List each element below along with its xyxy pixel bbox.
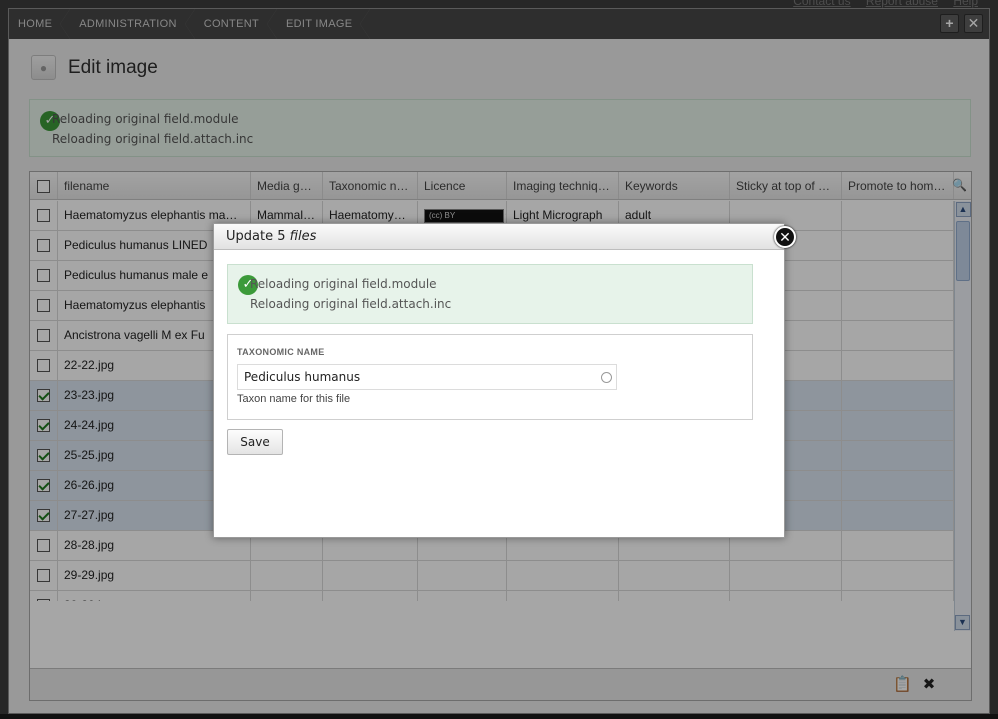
dialog-title-suffix: files: [289, 229, 317, 244]
dialog-title: Update 5 files: [226, 229, 316, 244]
save-button[interactable]: Save: [227, 429, 283, 455]
autocomplete-throbber-icon: [601, 372, 612, 383]
taxonomic-name-description: Taxon name for this file: [237, 393, 351, 405]
close-icon[interactable]: ✕: [774, 226, 796, 248]
dialog-status-message: ✓ Reloading original field.module Reload…: [227, 264, 753, 324]
dialog-title-prefix: Update 5: [226, 229, 286, 244]
bottom-strip: [0, 714, 998, 719]
taxonomic-name-label: TAXONOMIC NAME: [237, 347, 325, 357]
taxonomic-name-input[interactable]: Pediculus humanus: [237, 364, 617, 390]
taxonomic-name-fieldset: TAXONOMIC NAME Pediculus humanus Taxon n…: [227, 334, 753, 420]
update-files-dialog: Update 5 files ✕ ✓ Reloading original fi…: [213, 223, 796, 538]
taxonomic-name-value: Pediculus humanus: [244, 370, 361, 384]
status-message-line: Reloading original field.attach.inc: [250, 297, 452, 311]
status-message-line: Reloading original field.module: [250, 277, 437, 291]
dialog-header: Update 5 files ✕: [214, 224, 796, 250]
